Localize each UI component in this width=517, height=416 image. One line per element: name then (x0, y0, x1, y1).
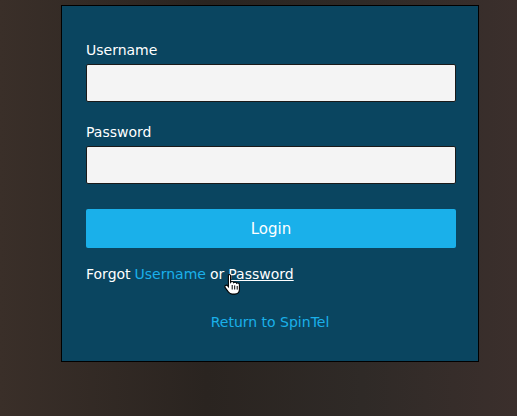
forgot-row: ForgotUsernameorPassword (86, 265, 454, 283)
form-field: Password (86, 124, 454, 184)
field-label: Username (86, 42, 454, 58)
forgot-link[interactable]: Password (228, 265, 293, 283)
return-row: Return to SpinTel (86, 313, 454, 331)
separator-text: or (210, 265, 224, 283)
form-field: Username (86, 42, 454, 102)
text-input[interactable] (86, 64, 456, 102)
forgot-text: Forgot (86, 265, 131, 283)
hand-cursor-icon (224, 273, 240, 295)
text-input[interactable] (86, 146, 456, 184)
field-label: Password (86, 124, 454, 140)
return-link[interactable]: Return to SpinTel (211, 313, 330, 331)
login-page: UsernamePasswordLoginForgotUsernameorPas… (0, 0, 517, 416)
login-panel: UsernamePasswordLoginForgotUsernameorPas… (61, 5, 479, 362)
forgot-link[interactable]: Username (135, 265, 206, 283)
login-button[interactable]: Login (86, 209, 456, 248)
